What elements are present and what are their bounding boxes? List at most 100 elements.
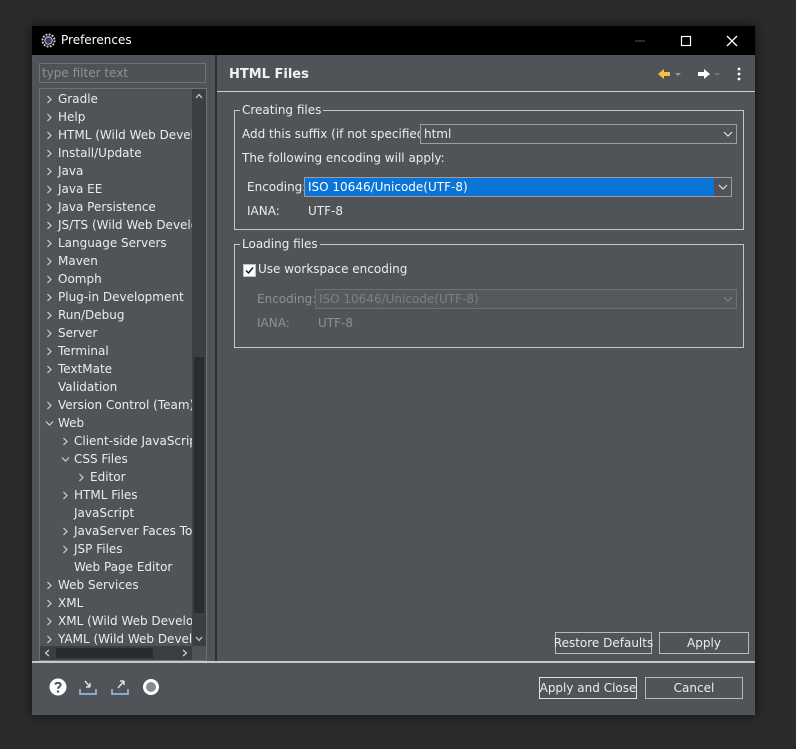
forward-dropdown-icon[interactable] [714, 73, 720, 76]
tree-item[interactable]: Gradle [42, 90, 98, 108]
apply-button[interactable]: Apply [659, 632, 749, 654]
tree-vertical-scrollbar[interactable] [192, 89, 206, 646]
chevron-right-icon[interactable] [42, 576, 56, 594]
tree-item[interactable]: Java Persistence [42, 198, 156, 216]
chevron-right-icon[interactable] [42, 288, 56, 306]
scroll-down-icon[interactable] [192, 632, 206, 646]
tree-item[interactable]: Language Servers [42, 234, 167, 252]
scroll-right-icon[interactable] [178, 646, 192, 660]
preference-tree[interactable]: Gradle Help HTML (Wild Web Develo Install/U… [39, 88, 207, 661]
oomph-record-icon[interactable] [141, 677, 161, 697]
tree-item-label: Maven [58, 254, 98, 268]
chevron-right-icon[interactable] [58, 432, 72, 450]
chevron-down-icon[interactable] [58, 450, 72, 468]
chevron-right-icon[interactable] [42, 198, 56, 216]
chevron-right-icon[interactable] [42, 342, 56, 360]
import-icon[interactable] [78, 677, 98, 697]
chevron-right-icon[interactable] [42, 216, 56, 234]
chevron-right-icon[interactable] [42, 252, 56, 270]
chevron-right-icon[interactable] [42, 180, 56, 198]
chevron-right-icon[interactable] [42, 324, 56, 342]
tree-item[interactable]: Oomph [42, 270, 102, 288]
apply-label: Apply [687, 636, 721, 650]
tree-item[interactable]: Help [42, 108, 85, 126]
chevron-right-icon[interactable] [42, 234, 56, 252]
tree-item[interactable]: JSP Files [58, 540, 123, 558]
tree-item[interactable]: Maven [42, 252, 98, 270]
title-bar[interactable]: Preferences [32, 26, 755, 55]
chevron-right-icon[interactable] [42, 270, 56, 288]
help-icon[interactable] [48, 677, 68, 697]
chevron-right-icon[interactable] [58, 522, 72, 540]
chevron-right-icon[interactable] [42, 144, 56, 162]
cancel-label: Cancel [673, 681, 715, 695]
pane-divider[interactable] [215, 55, 217, 661]
chevron-right-icon[interactable] [42, 90, 56, 108]
tree-item[interactable]: CSS Files [58, 450, 128, 468]
tree-item[interactable]: XML [42, 594, 83, 612]
tree-item[interactable]: Web Services [42, 576, 139, 594]
scroll-left-icon[interactable] [40, 646, 54, 660]
scroll-up-icon[interactable] [192, 89, 206, 103]
tree-item[interactable]: HTML Files [58, 486, 138, 504]
tree-item[interactable]: XML (Wild Web Develop [42, 612, 201, 630]
chevron-right-icon[interactable] [42, 612, 56, 630]
tree-item[interactable]: Install/Update [42, 144, 142, 162]
chevron-right-icon[interactable] [74, 468, 88, 486]
chevron-right-icon[interactable] [42, 162, 56, 180]
scroll-thumb[interactable] [194, 357, 204, 613]
chevron-down-icon[interactable] [719, 125, 736, 143]
close-button[interactable] [709, 26, 755, 55]
apply-and-close-button[interactable]: Apply and Close [539, 677, 637, 699]
forward-arrow-icon[interactable] [698, 69, 710, 79]
page-title: HTML Files [229, 67, 309, 82]
chevron-right-icon[interactable] [42, 108, 56, 126]
tree-item-label: JSP Files [74, 542, 123, 556]
tree-horizontal-scrollbar[interactable] [40, 646, 192, 660]
tree-item[interactable]: Java EE [42, 180, 102, 198]
tree-item[interactable]: Run/Debug [42, 306, 125, 324]
tree-item-label: Gradle [58, 92, 98, 106]
export-icon[interactable] [110, 677, 130, 697]
tree-item[interactable]: Client-side JavaScript [58, 432, 202, 450]
restore-defaults-button[interactable]: Restore Defaults [554, 632, 653, 654]
chevron-right-icon[interactable] [42, 396, 56, 414]
chevron-right-icon[interactable] [42, 360, 56, 378]
back-arrow-icon[interactable] [658, 69, 670, 79]
chevron-right-icon[interactable] [58, 486, 72, 504]
maximize-button[interactable] [663, 26, 709, 55]
tree-item[interactable]: Web Page Editor [58, 558, 172, 576]
tree-item[interactable]: TextMate [42, 360, 112, 378]
tree-item-label: Terminal [58, 344, 109, 358]
tree-item[interactable]: Terminal [42, 342, 109, 360]
use-workspace-label[interactable]: Use workspace encoding [258, 262, 407, 276]
chevron-down-icon[interactable] [714, 178, 731, 196]
close-icon [726, 35, 738, 46]
tree-item[interactable]: JavaServer Faces Tools [58, 522, 206, 540]
back-dropdown-icon[interactable] [675, 73, 681, 76]
create-encoding-combo[interactable]: ISO 10646/Unicode(UTF-8) [304, 177, 732, 197]
chevron-right-icon[interactable] [42, 126, 56, 144]
chevron-right-icon[interactable] [42, 306, 56, 324]
tree-item[interactable]: Plug-in Development [42, 288, 184, 306]
tree-item[interactable]: Editor [74, 468, 126, 486]
minimize-button[interactable] [617, 26, 663, 55]
tree-item[interactable]: Version Control (Team) [42, 396, 194, 414]
tree-item[interactable]: Java [42, 162, 83, 180]
chevron-right-icon[interactable] [42, 594, 56, 612]
chevron-right-icon[interactable] [58, 540, 72, 558]
cancel-button[interactable]: Cancel [645, 677, 743, 699]
page-nav-toolbar[interactable] [655, 64, 750, 84]
view-menu-icon[interactable] [737, 67, 741, 81]
chevron-down-icon[interactable] [42, 414, 56, 432]
tree-item[interactable]: Web [42, 414, 84, 432]
hscroll-thumb[interactable] [56, 648, 153, 658]
tree-item[interactable]: JS/TS (Wild Web Develo [42, 216, 198, 234]
tree-item[interactable]: HTML (Wild Web Develo [42, 126, 201, 144]
tree-item[interactable]: JavaScript [58, 504, 134, 522]
tree-item[interactable]: Validation [42, 378, 117, 396]
use-workspace-checkbox[interactable] [243, 264, 256, 277]
suffix-combo[interactable]: html [420, 124, 737, 144]
filter-input[interactable] [39, 63, 206, 83]
tree-item[interactable]: Server [42, 324, 97, 342]
